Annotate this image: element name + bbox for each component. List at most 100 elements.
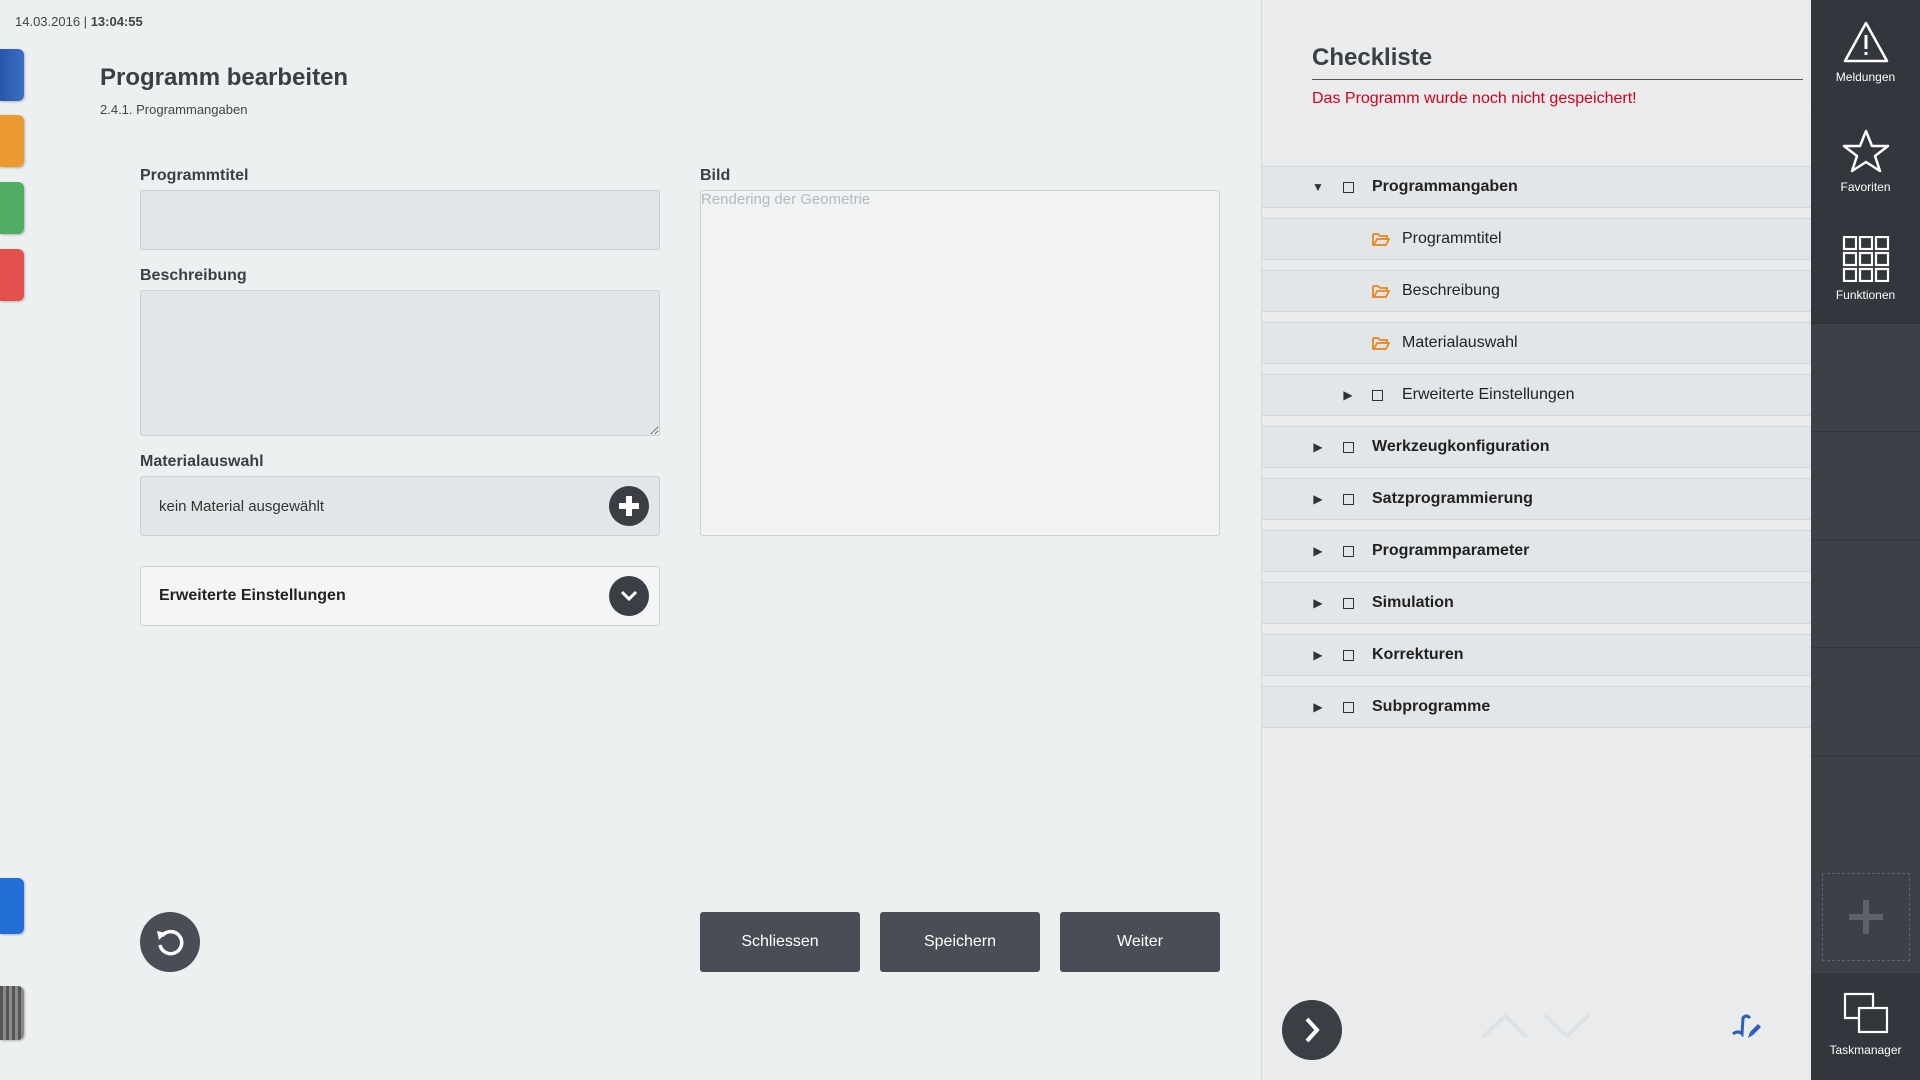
- edit-path-icon[interactable]: [1730, 1010, 1764, 1044]
- material-value: kein Material ausgewählt: [159, 497, 325, 515]
- undo-icon: [157, 929, 184, 956]
- checklist-item-label: Satzprogrammierung: [1372, 490, 1533, 507]
- checklist-item-programmangaben[interactable]: ▼ Programmangaben: [1262, 166, 1811, 208]
- checkbox[interactable]: [1343, 701, 1354, 713]
- next-step-button[interactable]: [1282, 1000, 1342, 1060]
- triangle-right-icon[interactable]: ▶: [1310, 492, 1326, 506]
- checklist-divider: [1312, 79, 1803, 80]
- taskmanager-button[interactable]: Taskmanager: [1811, 973, 1920, 1080]
- triangle-right-icon[interactable]: ▶: [1310, 544, 1326, 558]
- material-select[interactable]: kein Material ausgewählt: [140, 476, 660, 536]
- plus-icon: [619, 496, 639, 516]
- expand-advanced-button[interactable]: [609, 576, 649, 616]
- folder-open-icon: [1372, 233, 1390, 246]
- taskmanager-label: Taskmanager: [1829, 1043, 1902, 1057]
- left-tab-striped[interactable]: [0, 986, 24, 1040]
- description-label: Beschreibung: [140, 267, 247, 284]
- checklist-item-materialauswahl[interactable]: Materialauswahl: [1262, 322, 1811, 364]
- triangle-right-icon[interactable]: ▶: [1340, 388, 1356, 402]
- checklist-item-erweiterte-einstellungen[interactable]: ▶ Erweiterte Einstellungen: [1262, 374, 1811, 416]
- breadcrumb: 2.4.1. Programmangaben: [100, 102, 248, 117]
- image-label: Bild: [700, 167, 731, 184]
- folder-open-icon: [1372, 285, 1390, 298]
- right-sidebar: Meldungen Favoriten Funktionen Taskmanag…: [1811, 0, 1920, 1080]
- close-button[interactable]: Schliessen: [700, 912, 860, 972]
- grid-icon: [1842, 236, 1889, 282]
- checklist-item-label: Subprogramme: [1372, 698, 1491, 715]
- checklist-item-label: Simulation: [1372, 594, 1454, 611]
- checklist-item-satzprogrammierung[interactable]: ▶ Satzprogrammierung: [1262, 478, 1811, 520]
- functions-label: Funktionen: [1835, 288, 1896, 302]
- checklist-item-label: Beschreibung: [1402, 282, 1500, 299]
- checklist-tree: ▼ Programmangaben Programmtitel Beschrei…: [1262, 166, 1811, 738]
- save-button[interactable]: Speichern: [880, 912, 1040, 972]
- reset-button[interactable]: [140, 912, 200, 972]
- plus-icon: [1849, 900, 1883, 934]
- triangle-right-icon[interactable]: ▶: [1310, 700, 1326, 714]
- checkbox[interactable]: [1372, 389, 1383, 401]
- checkbox[interactable]: [1343, 181, 1354, 193]
- star-icon: [1842, 129, 1889, 173]
- left-tab-green[interactable]: [0, 182, 24, 234]
- unsaved-warning: Das Programm wurde noch nicht gespeicher…: [1312, 90, 1637, 107]
- chevron-down-icon: [620, 590, 638, 602]
- image-placeholder: Rendering der Geometrie: [701, 191, 871, 208]
- scroll-up-icon[interactable]: [1480, 1012, 1530, 1040]
- checklist-panel: Checkliste Das Programm wurde noch nicht…: [1261, 0, 1811, 1080]
- left-tab-blue[interactable]: [0, 878, 24, 934]
- windows-icon: [1843, 992, 1888, 1034]
- checkbox[interactable]: [1343, 493, 1354, 505]
- checkbox[interactable]: [1343, 441, 1354, 453]
- left-tab-blue-ruler[interactable]: [0, 49, 24, 101]
- favorites-label: Favoriten: [1840, 180, 1891, 194]
- checklist-item-subprogramme[interactable]: ▶ Subprogramme: [1262, 686, 1811, 728]
- advanced-settings-label: Erweiterte Einstellungen: [159, 587, 346, 604]
- program-title-label: Programmtitel: [140, 167, 249, 184]
- program-title-input[interactable]: [140, 190, 660, 250]
- geometry-image: Rendering der Geometrie: [700, 190, 1220, 536]
- status-date: 14.03.2016 |: [15, 14, 88, 29]
- checklist-item-label: Korrekturen: [1372, 646, 1464, 663]
- chevron-right-icon: [1305, 1017, 1320, 1043]
- checklist-item-programmtitel[interactable]: Programmtitel: [1262, 218, 1811, 260]
- status-time: 13:04:55: [90, 14, 143, 29]
- status-datetime: 14.03.2016 | 13:04:55: [15, 14, 143, 29]
- left-tab-red[interactable]: [0, 249, 24, 301]
- checklist-item-label: Materialauswahl: [1402, 334, 1518, 351]
- sidebar-slot-empty: [1811, 432, 1920, 540]
- functions-button[interactable]: Funktionen: [1811, 216, 1920, 324]
- folder-open-icon: [1372, 337, 1390, 350]
- checklist-item-label: Programmparameter: [1372, 542, 1530, 559]
- sidebar-slot-empty: [1811, 324, 1920, 432]
- advanced-settings-toggle[interactable]: Erweiterte Einstellungen: [140, 566, 660, 626]
- checklist-item-label: Programmangaben: [1372, 178, 1518, 195]
- left-tab-orange[interactable]: [0, 115, 24, 167]
- checklist-item-werkzeugkonfiguration[interactable]: ▶ Werkzeugkonfiguration: [1262, 426, 1811, 468]
- checklist-item-programmparameter[interactable]: ▶ Programmparameter: [1262, 530, 1811, 572]
- sidebar-slot-empty: [1811, 540, 1920, 648]
- checklist-item-label: Erweiterte Einstellungen: [1402, 386, 1575, 403]
- checklist-item-label: Werkzeugkonfiguration: [1372, 438, 1550, 455]
- warning-icon: [1843, 21, 1888, 63]
- add-material-button[interactable]: [609, 486, 649, 526]
- triangle-right-icon[interactable]: ▶: [1310, 648, 1326, 662]
- checklist-item-beschreibung[interactable]: Beschreibung: [1262, 270, 1811, 312]
- triangle-right-icon[interactable]: ▶: [1310, 440, 1326, 454]
- messages-label: Meldungen: [1835, 70, 1896, 84]
- checklist-item-simulation[interactable]: ▶ Simulation: [1262, 582, 1811, 624]
- add-shortcut-button[interactable]: [1822, 873, 1910, 961]
- sidebar-slot-empty: [1811, 648, 1920, 756]
- checkbox[interactable]: [1343, 597, 1354, 609]
- scroll-down-icon[interactable]: [1542, 1012, 1592, 1040]
- checkbox[interactable]: [1343, 545, 1354, 557]
- page-title: Programm bearbeiten: [100, 64, 349, 91]
- messages-button[interactable]: Meldungen: [1811, 0, 1920, 108]
- material-label: Materialauswahl: [140, 453, 264, 470]
- next-button[interactable]: Weiter: [1060, 912, 1220, 972]
- description-textarea[interactable]: [140, 290, 660, 436]
- triangle-right-icon[interactable]: ▶: [1310, 596, 1326, 610]
- triangle-down-icon[interactable]: ▼: [1310, 180, 1326, 194]
- checklist-item-korrekturen[interactable]: ▶ Korrekturen: [1262, 634, 1811, 676]
- checkbox[interactable]: [1343, 649, 1354, 661]
- favorites-button[interactable]: Favoriten: [1811, 108, 1920, 216]
